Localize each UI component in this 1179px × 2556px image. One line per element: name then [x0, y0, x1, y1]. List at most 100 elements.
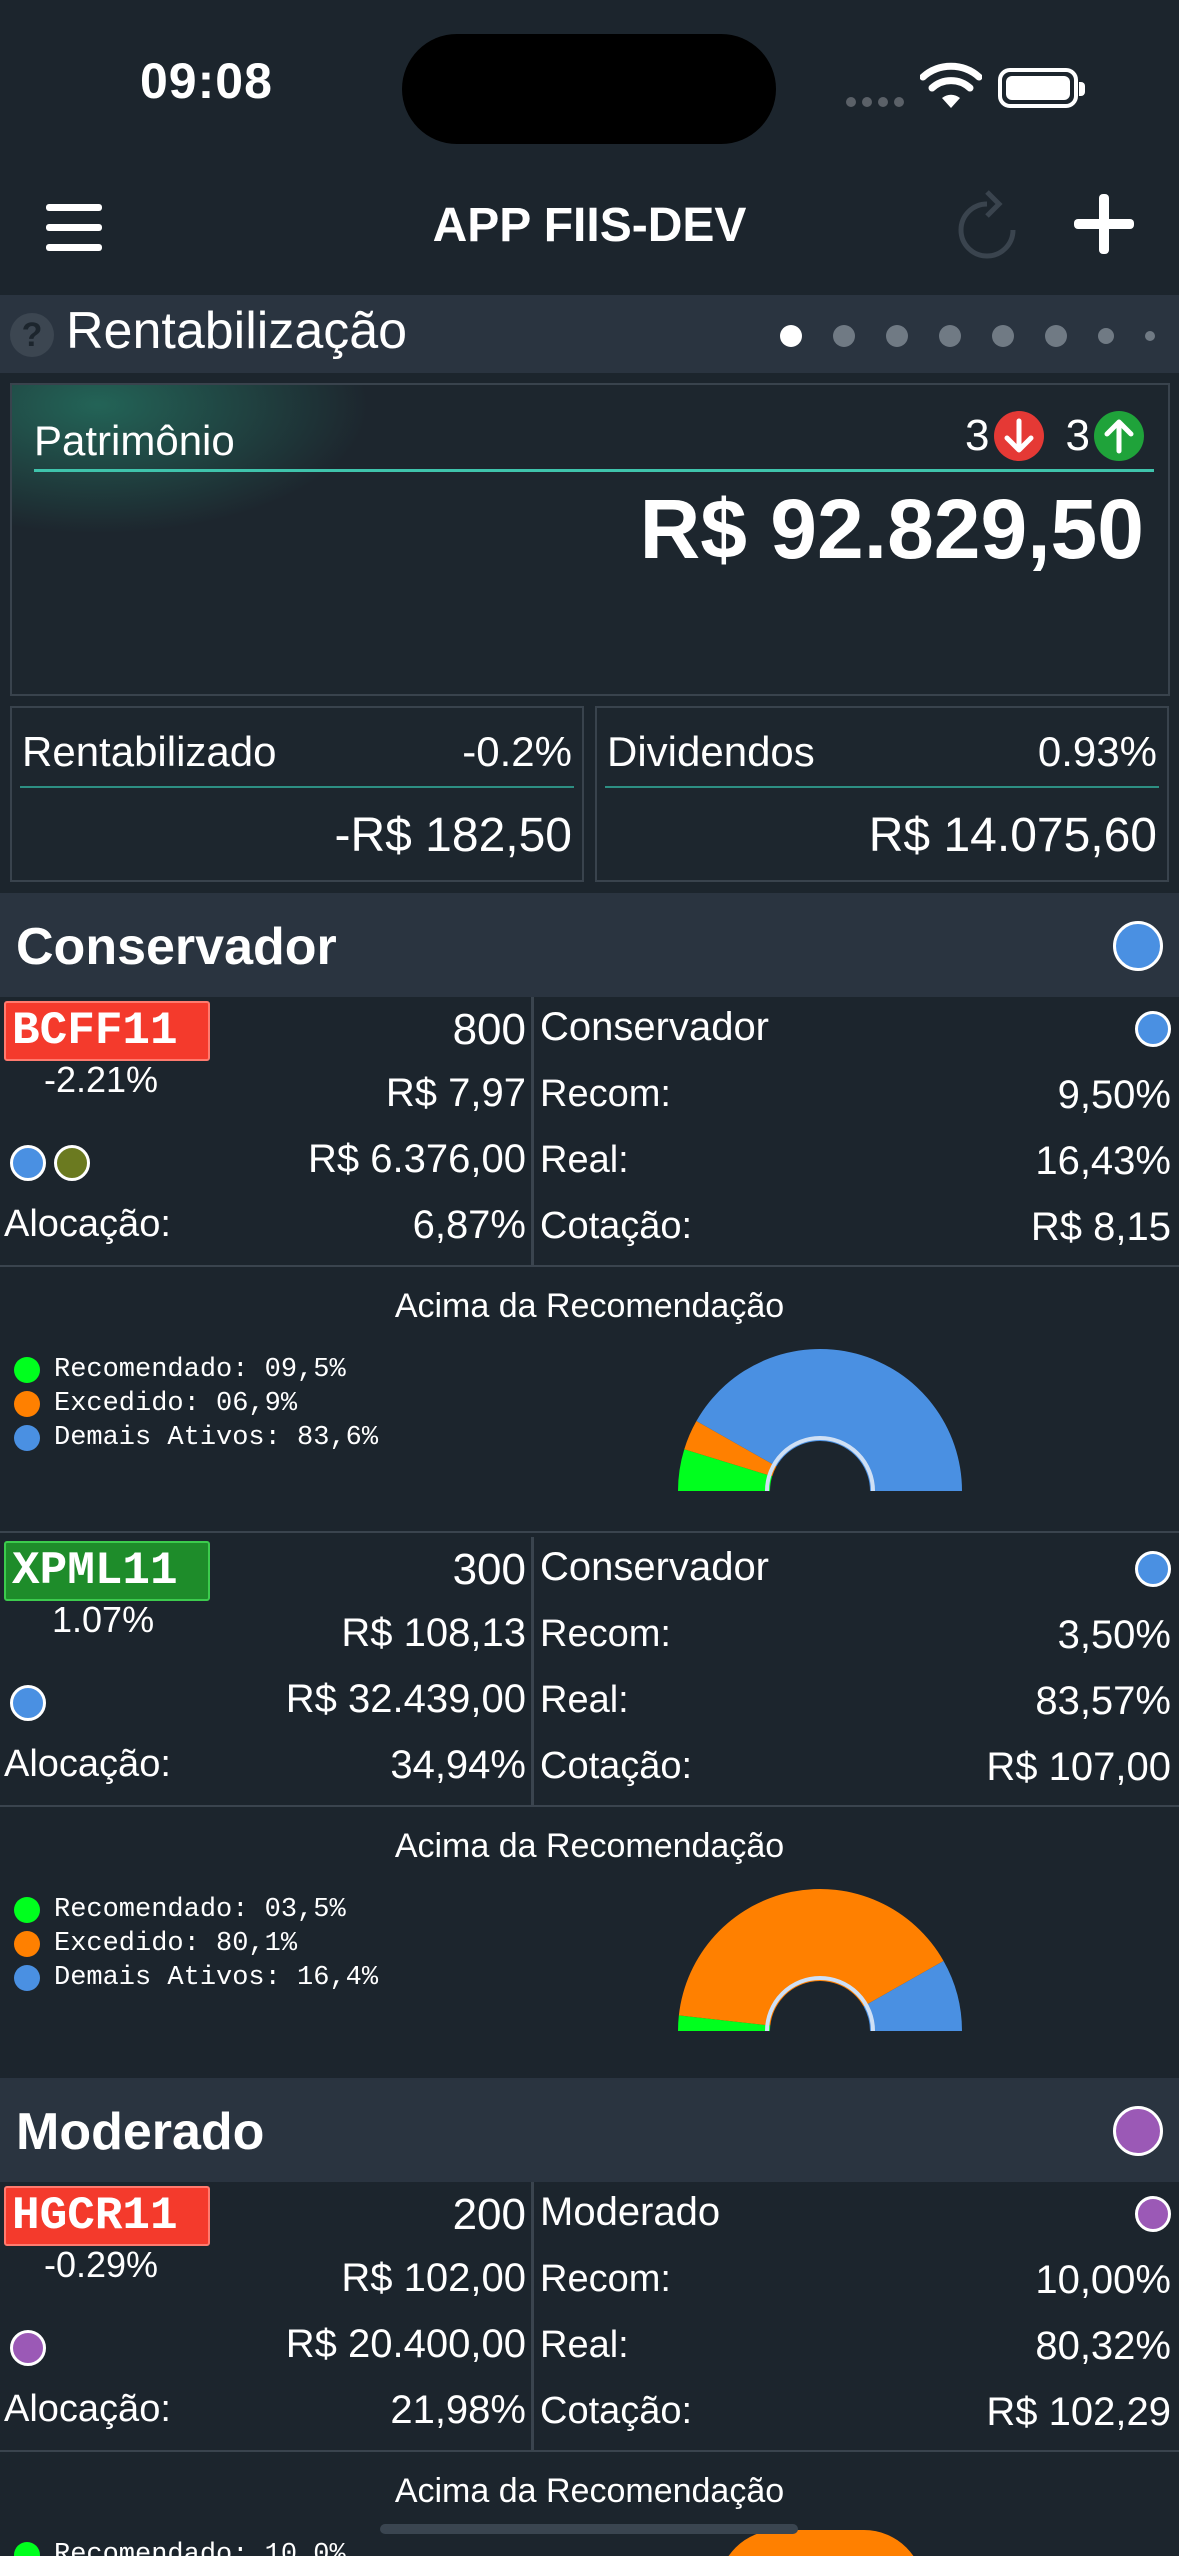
- category-dot-icon: [10, 1145, 46, 1181]
- allocation-gauge-chart: [678, 1349, 962, 1491]
- home-indicator: [380, 2524, 798, 2534]
- chart-title: Acima da Recomendação: [394, 1827, 785, 1865]
- price-change: -2.21%: [44, 1059, 159, 1100]
- legend-excedido: Excedido: 06,9%: [54, 1389, 298, 1419]
- alocacao-value: 34,94%: [390, 1743, 526, 1787]
- real-label: Real:: [540, 1679, 629, 1721]
- total-value: R$ 6.376,00: [308, 1137, 526, 1181]
- alocacao-value: 6,87%: [412, 1203, 526, 1247]
- price-change: 1.07%: [52, 1599, 155, 1640]
- allocation-gauge-chart: [678, 1889, 962, 2031]
- rentabilizado-value: -R$ 182,50: [334, 809, 573, 862]
- page-dot[interactable]: [833, 325, 855, 347]
- page-indicator[interactable]: [780, 325, 1155, 347]
- total-value: R$ 32.439,00: [285, 1677, 526, 1721]
- battery-icon: [998, 68, 1085, 108]
- chart-legend: Recomendado: 09,5% Excedido: 06,9% Demai…: [14, 1353, 378, 1455]
- category-title: Conservador: [16, 918, 337, 976]
- recom-label: Recom:: [540, 2258, 671, 2300]
- dividendos-card: Dividendos 0.93% R$ 14.075,60: [595, 706, 1169, 882]
- real-value: 83,57%: [1035, 1679, 1171, 1723]
- avg-price: R$ 102,00: [341, 2256, 526, 2300]
- legend-swatch: [14, 1897, 40, 1923]
- quantity: 200: [452, 2190, 526, 2239]
- chart-title: Acima da Recomendação: [394, 2472, 785, 2510]
- recom-value: 3,50%: [1057, 1613, 1171, 1657]
- recom-value: 10,00%: [1035, 2258, 1171, 2302]
- legend-swatch: [14, 1391, 40, 1417]
- arrow-down-icon: [993, 411, 1044, 461]
- cellular-signal-icon: [846, 94, 910, 112]
- quantity: 800: [452, 1005, 526, 1054]
- category-dot-icon: [1135, 2196, 1171, 2232]
- recom-value: 9,50%: [1057, 1073, 1171, 1117]
- cotacao-value: R$ 8,15: [1030, 1205, 1171, 1249]
- chart-legend: Recomendado: 03,5% Excedido: 80,1% Demai…: [14, 1893, 378, 1995]
- recom-label: Recom:: [540, 1073, 671, 1115]
- chart-legend: Recomendado: 10,0%: [14, 2538, 346, 2556]
- rentabilizado-card: Rentabilizado -0.2% -R$ 182,50: [10, 706, 584, 882]
- legend-swatch: [14, 1425, 40, 1451]
- avg-price: R$ 108,13: [341, 1611, 526, 1655]
- page-dot[interactable]: [1098, 328, 1114, 344]
- cotacao-label: Cotação:: [540, 1205, 693, 1247]
- dividendos-value: R$ 14.075,60: [868, 809, 1157, 862]
- legend-swatch: [14, 1965, 40, 1991]
- asset-category: Conservador: [540, 1545, 770, 1589]
- ticker-badge: XPML11: [4, 1541, 210, 1601]
- alocacao-label: Alocação:: [4, 1743, 171, 1785]
- arrow-up-icon: [1094, 411, 1144, 461]
- legend-recomendado: Recomendado: 09,5%: [54, 1355, 346, 1385]
- legend-swatch: [14, 2542, 40, 2556]
- real-value: 80,32%: [1035, 2324, 1171, 2368]
- page-dot[interactable]: [886, 325, 908, 347]
- category-dot-icon: [10, 2330, 46, 2366]
- cotacao-value: R$ 102,29: [986, 2390, 1171, 2434]
- page-dot[interactable]: [780, 325, 802, 347]
- category-dot-icon: [1135, 1551, 1171, 1587]
- legend-swatch: [14, 1357, 40, 1383]
- page-dot[interactable]: [1045, 325, 1067, 347]
- alocacao-label: Alocação:: [4, 1203, 171, 1245]
- section-title: Rentabilização: [66, 302, 408, 360]
- wifi-icon: [920, 62, 982, 108]
- category-title: Moderado: [16, 2103, 265, 2161]
- category-color-dot: [1113, 2106, 1163, 2156]
- dividendos-label: Dividendos: [607, 728, 815, 775]
- status-bar: 09:08: [0, 0, 1179, 170]
- category-header-conservador[interactable]: Conservador: [0, 893, 1179, 997]
- allocation-chart-card: Acima da Recomendação Recomendado: 10,0%: [0, 2452, 1179, 2556]
- legend-demais: Demais Ativos: 16,4%: [54, 1963, 379, 1993]
- rentabilizado-pct: -0.2%: [462, 728, 572, 775]
- nav-bar: APP FIIS-DEV: [0, 170, 1179, 295]
- page-dot[interactable]: [1145, 331, 1155, 341]
- real-value: 16,43%: [1035, 1139, 1171, 1183]
- asset-card[interactable]: XPML11 1.07% 300 R$ 108,13 R$ 32.439,00 …: [0, 1537, 1179, 1805]
- page-dot[interactable]: [939, 325, 961, 347]
- legend-demais: Demais Ativos: 83,6%: [54, 1423, 379, 1453]
- page-dot[interactable]: [992, 325, 1014, 347]
- refresh-icon[interactable]: [954, 188, 1020, 266]
- real-label: Real:: [540, 1139, 629, 1181]
- rentabilizacao-header: ? Rentabilização: [0, 295, 1179, 373]
- asset-category: Conservador: [540, 1005, 770, 1049]
- price-change: -0.29%: [44, 2244, 159, 2285]
- asset-category: Moderado: [540, 2190, 721, 2234]
- patrimonio-card: Patrimônio 3 3 R$ 92.829,50: [10, 383, 1170, 696]
- quantity: 300: [452, 1545, 526, 1594]
- cotacao-value: R$ 107,00: [986, 1745, 1171, 1789]
- down-count: 3: [965, 411, 990, 460]
- recom-label: Recom:: [540, 1613, 671, 1655]
- add-icon[interactable]: [1074, 194, 1134, 254]
- patrimonio-label: Patrimônio: [34, 417, 235, 464]
- category-dot-icon: [10, 1685, 46, 1721]
- asset-card[interactable]: HGCR11 -0.29% 200 R$ 102,00 R$ 20.400,00…: [0, 2182, 1179, 2450]
- help-icon[interactable]: ?: [10, 313, 54, 357]
- up-count: 3: [1065, 411, 1090, 460]
- alocacao-label: Alocação:: [4, 2388, 171, 2430]
- category-color-dot: [1113, 921, 1163, 971]
- category-header-moderado[interactable]: Moderado: [0, 2078, 1179, 2182]
- category-dot-icon: [54, 1145, 90, 1181]
- asset-card[interactable]: BCFF11 -2.21% 800 R$ 7,97 R$ 6.376,00 Al…: [0, 997, 1179, 1265]
- chart-title: Acima da Recomendação: [394, 1287, 785, 1325]
